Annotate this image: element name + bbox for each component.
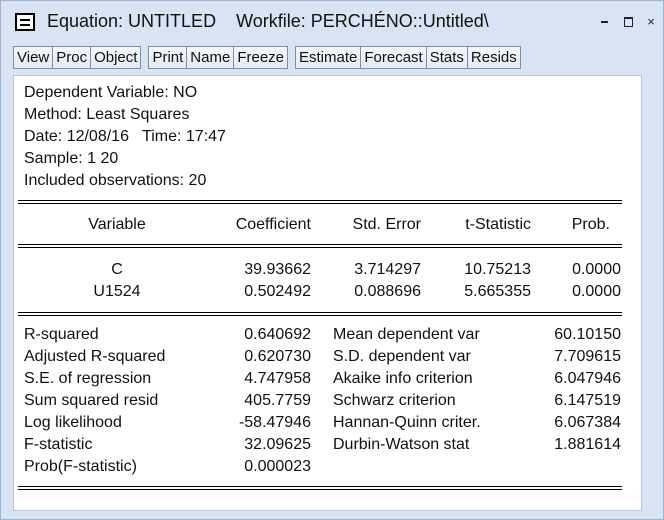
col-header-coefficient: Coefficient — [235, 216, 311, 233]
method-line: Method: Least Squares — [24, 106, 190, 123]
stat-label: F-statistic — [24, 436, 93, 453]
stat-label: Sum squared resid — [24, 392, 159, 409]
object-button[interactable]: Object — [90, 46, 142, 69]
table-row-coefficient: 39.93662 — [244, 261, 311, 278]
sample-line: Sample: 1 20 — [24, 150, 119, 167]
stat-value: 6.047946 — [554, 370, 621, 387]
included-observations-line: Included observations: 20 — [24, 172, 207, 189]
window-title: Equation: UNTITLED Workfile: PERCHÉNO::U… — [47, 11, 489, 31]
col-header-std-error: Std. Error — [352, 216, 421, 233]
stats-button[interactable]: Stats — [425, 46, 468, 69]
date-line: Date: 12/08/16 Time: 17:47 — [24, 128, 226, 145]
dependent-variable-line: Dependent Variable: NO — [24, 84, 198, 101]
table-row-coefficient: 0.502492 — [244, 283, 311, 300]
name-button[interactable]: Name — [186, 46, 235, 69]
stat-label: Hannan-Quinn criter. — [333, 414, 481, 431]
close-icon[interactable]: × — [644, 15, 658, 29]
stat-label: Akaike info criterion — [333, 370, 473, 387]
stat-label: Prob(F-statistic) — [24, 458, 137, 475]
stat-value: 405.7759 — [244, 392, 311, 409]
stat-value: 0.640692 — [244, 326, 311, 343]
col-header-variable: Variable — [88, 216, 146, 233]
divider — [18, 486, 622, 490]
freeze-button[interactable]: Freeze — [233, 46, 288, 69]
stat-label: S.D. dependent var — [333, 348, 471, 365]
stat-label: Adjusted R-squared — [24, 348, 166, 365]
print-button[interactable]: Print — [148, 46, 188, 69]
table-row-prob: 0.0000 — [572, 283, 621, 300]
stat-value: 6.067384 — [554, 414, 621, 431]
system-menu-icon[interactable] — [15, 13, 35, 31]
stat-label: Log likelihood — [24, 414, 122, 431]
stat-label: Schwarz criterion — [333, 392, 456, 409]
divider — [18, 312, 622, 316]
maximize-icon[interactable] — [622, 15, 636, 29]
view-button[interactable]: View — [13, 46, 54, 69]
estimate-button[interactable]: Estimate — [295, 46, 362, 69]
table-row-variable: C — [111, 261, 123, 278]
stat-value: 32.09625 — [244, 436, 311, 453]
resids-button[interactable]: Resids — [466, 46, 521, 69]
table-row-t-statistic: 5.665355 — [464, 283, 531, 300]
divider — [18, 200, 622, 204]
col-header-prob: Prob. — [571, 216, 610, 233]
table-row-std-error: 3.714297 — [354, 261, 421, 278]
divider — [18, 244, 622, 248]
col-header-t-statistic: t-Statistic — [465, 216, 531, 233]
equation-window: Equation: UNTITLED Workfile: PERCHÉNO::U… — [0, 0, 664, 520]
minimize-icon[interactable] — [598, 15, 612, 29]
stat-label: Mean dependent var — [333, 326, 480, 343]
stat-value: 1.881614 — [554, 436, 621, 453]
proc-button[interactable]: Proc — [52, 46, 92, 69]
title-bar[interactable]: Equation: UNTITLED Workfile: PERCHÉNO::U… — [1, 1, 663, 43]
output-pane[interactable]: Dependent Variable: NO Method: Least Squ… — [13, 75, 642, 511]
table-row-prob: 0.0000 — [572, 261, 621, 278]
stat-label: R-squared — [24, 326, 99, 343]
table-row-t-statistic: 10.75213 — [464, 261, 531, 278]
stat-value: 0.620730 — [244, 348, 311, 365]
stat-value: 0.000023 — [244, 458, 311, 475]
stat-value: -58.47946 — [238, 414, 311, 431]
stat-value: 7.709615 — [554, 348, 621, 365]
table-row-variable: U1524 — [93, 283, 141, 300]
stat-value: 60.10150 — [554, 326, 621, 343]
stat-value: 6.147519 — [554, 392, 621, 409]
table-row-std-error: 0.088696 — [354, 283, 421, 300]
stat-label: S.E. of regression — [24, 370, 152, 387]
stat-label: Durbin-Watson stat — [333, 436, 470, 453]
forecast-button[interactable]: Forecast — [360, 46, 427, 69]
toolbar: View Proc Object Print Name Freeze Estim… — [13, 46, 521, 69]
stat-value: 4.747958 — [244, 370, 311, 387]
